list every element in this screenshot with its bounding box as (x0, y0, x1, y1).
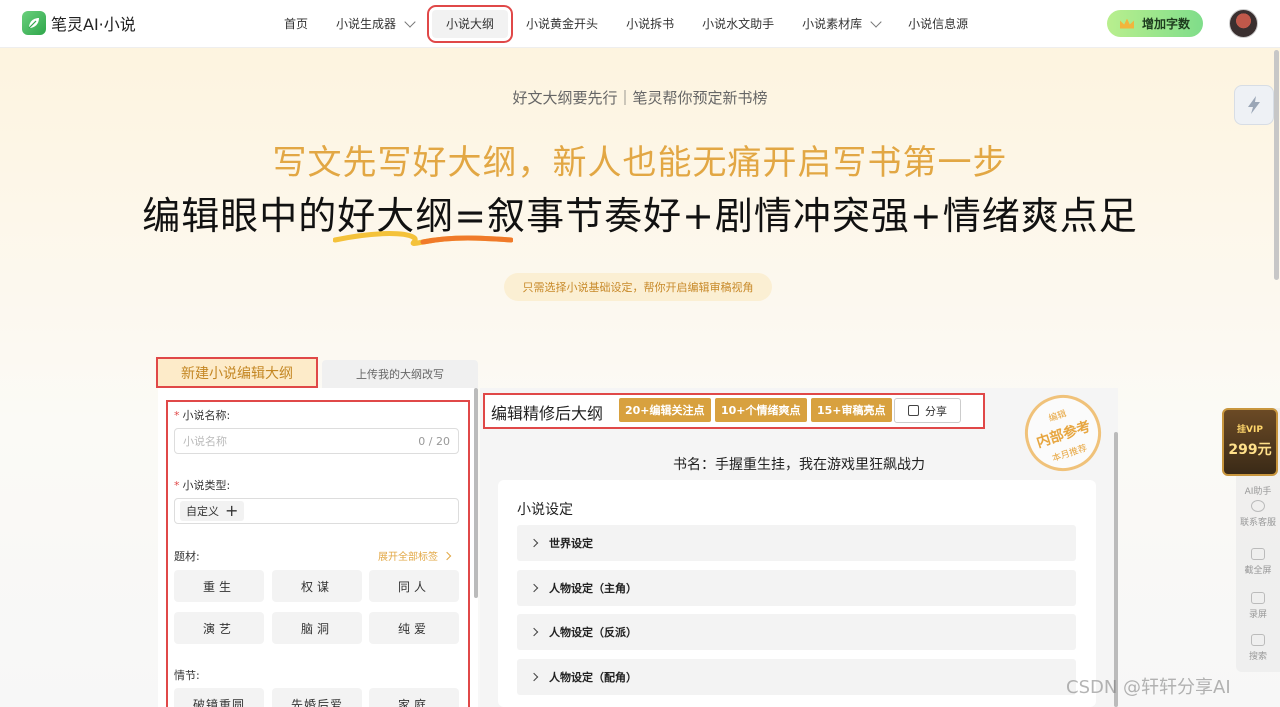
plot-chip[interactable]: 家庭 (369, 688, 459, 707)
nav-item-filler-assistant[interactable]: 小说水文助手 (688, 10, 788, 38)
tool-full-screenshot[interactable]: 截全屏 (1236, 548, 1280, 576)
vip-promo-card[interactable]: 挂VIP 299元 (1222, 408, 1278, 476)
theme-chip[interactable]: 同人 (369, 570, 459, 602)
char-counter: 0 / 20 (418, 434, 450, 448)
nav-item-info-source[interactable]: 小说信息源 (894, 10, 982, 38)
tool-search[interactable]: 搜索 (1236, 634, 1280, 662)
headline-primary: 写文先写好大纲，新人也能无痛开启写书第一步 (272, 143, 1008, 183)
plus-icon: + (225, 501, 239, 520)
chevron-right-icon (529, 627, 539, 637)
sub-slogan: 好文大纲要先行｜笔灵帮你预定新书榜 (512, 89, 768, 107)
brand-name: 笔灵AI·小说 (51, 15, 136, 34)
tool-record-screen[interactable]: 录屏 (1236, 592, 1280, 620)
chevron-right-icon (529, 538, 539, 548)
novel-name-input[interactable]: 小说名称 0 / 20 (174, 428, 459, 454)
search-icon (1251, 634, 1265, 646)
feature-badge: 15+审稿亮点 (811, 398, 892, 422)
screenshot-icon (1251, 548, 1265, 560)
leaf-logo-icon (22, 11, 46, 35)
chevron-right-icon (529, 672, 539, 682)
theme-chip[interactable]: 权谋 (272, 570, 362, 602)
underline-swoosh-decoration (333, 231, 513, 246)
book-title: 书名：手握重生挂，我在游戏里狂飙战力 (673, 457, 925, 473)
nav-item-material-library[interactable]: 小说素材库 (788, 10, 894, 38)
plot-chip[interactable]: 先婚后爱 (272, 688, 362, 707)
video-icon (1251, 592, 1265, 604)
nav-item-novel-generator[interactable]: 小说生成器 (322, 10, 428, 38)
floating-assistant-button[interactable] (1234, 85, 1274, 125)
theme-chip[interactable]: 演艺 (174, 612, 264, 644)
nav-item-golden-opening[interactable]: 小说黄金开头 (512, 10, 612, 38)
plot-label: 情节: (174, 669, 200, 682)
lightning-icon (1248, 96, 1260, 114)
add-words-button[interactable]: 增加字数 (1107, 10, 1203, 37)
nav-item-book-breakdown[interactable]: 小说拆书 (612, 10, 688, 38)
chevron-right-icon (529, 583, 539, 593)
page-scrollbar[interactable] (1274, 50, 1279, 280)
novel-type-input[interactable]: 自定义 + (174, 498, 459, 524)
theme-label: 题材: (174, 550, 200, 563)
chevron-down-icon (404, 16, 416, 28)
tab-new-outline[interactable]: 新建小说编辑大纲 (156, 357, 318, 388)
feature-badge: 20+编辑关注点 (619, 398, 711, 422)
nav-item-home[interactable]: 首页 (270, 10, 322, 38)
setting-row-world[interactable]: 世界设定 (517, 525, 1076, 561)
headset-icon (1251, 500, 1265, 512)
expand-all-tags-link[interactable]: 展开全部标签 (378, 548, 452, 563)
feature-badge: 10+个情绪爽点 (715, 398, 807, 422)
novel-name-label: * 小说名称: (174, 409, 231, 422)
result-title: 编辑精修后大纲 (491, 404, 604, 423)
setting-row-villain[interactable]: 人物设定（反派） (517, 614, 1076, 650)
novel-type-label: * 小说类型: (174, 479, 231, 492)
hint-pill: 只需选择小说基础设定，帮你开启编辑审稿视角 (504, 273, 772, 301)
share-button[interactable]: 分享 (894, 398, 961, 423)
plot-chip[interactable]: 破镜重圆 (174, 688, 264, 707)
top-navbar: 笔灵AI·小说 首页 小说生成器 小说大纲 小说黄金开头 小说拆书 小说水文助手… (0, 0, 1280, 48)
form-scrollbar[interactable] (474, 388, 478, 598)
share-icon (908, 405, 919, 416)
tab-upload-outline[interactable]: 上传我的大纲改写 (322, 360, 478, 388)
theme-chip[interactable]: 脑洞 (272, 612, 362, 644)
chevron-right-icon (442, 551, 452, 560)
nav-menu: 首页 小说生成器 小说大纲 小说黄金开头 小说拆书 小说水文助手 小说素材库 小… (270, 0, 982, 48)
watermark: CSDN @轩轩分享AI (1066, 677, 1231, 698)
tool-ai-assistant[interactable]: AI助手 (1236, 484, 1280, 497)
theme-chip[interactable]: 重生 (174, 570, 264, 602)
brand-logo[interactable]: 笔灵AI·小说 (22, 11, 136, 35)
setting-row-supporting[interactable]: 人物设定（配角） (517, 659, 1076, 695)
headline-secondary: 编辑眼中的好大纲=叙事节奏好+剧情冲突强+情绪爽点足 (142, 194, 1138, 238)
result-scrollbar[interactable] (1114, 432, 1118, 707)
custom-type-chip[interactable]: 自定义 + (180, 501, 245, 521)
tool-contact-service[interactable]: 联系客服 (1236, 500, 1280, 528)
user-avatar[interactable] (1229, 9, 1258, 38)
setting-row-protagonist[interactable]: 人物设定（主角） (517, 570, 1076, 606)
settings-title: 小说设定 (517, 502, 573, 518)
chevron-down-icon (870, 16, 882, 28)
crown-icon (1119, 18, 1134, 29)
theme-chip[interactable]: 纯爱 (369, 612, 459, 644)
nav-item-novel-outline[interactable]: 小说大纲 (427, 5, 514, 43)
